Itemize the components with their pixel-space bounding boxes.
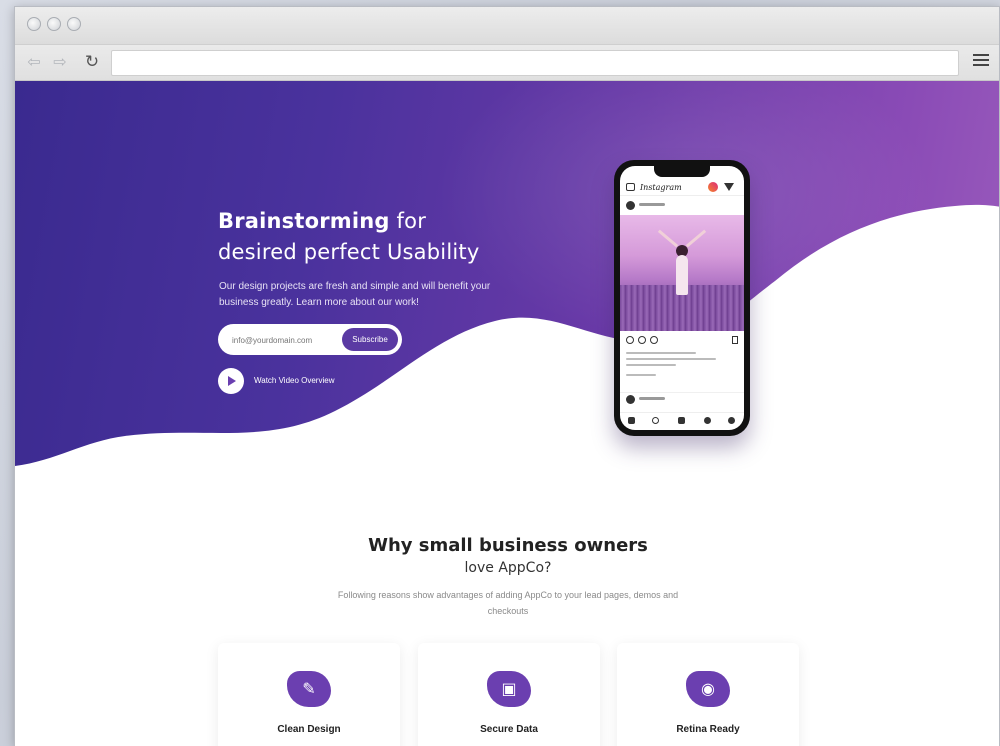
post-image (620, 215, 744, 331)
hero-title-rest: for (389, 209, 427, 233)
subscribe-button[interactable]: Subscribe (342, 328, 398, 351)
pen-tool-icon: ✎ (287, 671, 331, 707)
lock-icon: ▣ (487, 671, 531, 707)
hero-title-bold: Brainstorming (218, 209, 390, 233)
browser-toolbar: ⇦ ⇨ ↻ (15, 45, 999, 81)
back-icon[interactable]: ⇦ (23, 51, 45, 73)
avatar (626, 395, 635, 404)
caption-line (626, 352, 696, 354)
video-label[interactable]: Watch Video Overview (254, 376, 334, 385)
email-input[interactable] (232, 332, 342, 348)
phone-notch (654, 166, 710, 177)
search-icon (652, 417, 659, 424)
send-icon (724, 183, 734, 191)
figure-arm-right (685, 229, 707, 248)
feature-card-retina-ready: ◉ Retina Ready (617, 643, 799, 746)
profile-icon (728, 417, 735, 424)
menu-icon[interactable] (973, 54, 989, 70)
figure-arm-left (657, 229, 679, 248)
app-logo: Instagram (640, 183, 682, 192)
window-minimize-button[interactable] (47, 17, 61, 31)
phone-screen: Instagram (620, 166, 744, 430)
feature-card-secure-data: ▣ Secure Data (418, 643, 600, 746)
subscribe-form: Subscribe (218, 324, 402, 355)
forward-icon[interactable]: ⇨ (49, 51, 71, 73)
figure-body (676, 255, 688, 295)
window-close-button[interactable] (27, 17, 41, 31)
phone-mockup: Instagram (614, 160, 750, 436)
reload-icon[interactable]: ↻ (81, 51, 103, 73)
username-placeholder (639, 397, 665, 400)
features-title: Why small business owners (368, 535, 648, 556)
camera-icon (626, 183, 635, 191)
username-placeholder (639, 203, 665, 206)
feature-card-title: Retina Ready (676, 724, 740, 735)
story-icon (708, 182, 718, 192)
title-bar (15, 7, 999, 45)
feature-card-title: Secure Data (480, 724, 538, 735)
avatar (626, 201, 635, 210)
caption-line (626, 374, 656, 376)
heart-icon (704, 417, 711, 424)
features-description: Following reasons show advantages of add… (337, 590, 679, 616)
feature-card-clean-design: ✎ Clean Design (218, 643, 400, 746)
app-tab-bar (620, 412, 744, 428)
add-icon (678, 417, 685, 424)
address-bar[interactable] (111, 50, 959, 76)
share-icon (650, 336, 658, 344)
hero-description: Our design projects are fresh and simple… (219, 281, 491, 308)
play-icon[interactable] (218, 368, 244, 394)
comment-icon (638, 336, 646, 344)
eye-icon: ◉ (686, 671, 730, 707)
window-maximize-button[interactable] (67, 17, 81, 31)
caption-line (626, 358, 716, 360)
hero-title: Brainstorming for desired perfect Usabil… (218, 206, 479, 268)
browser-window: ⇦ ⇨ ↻ Brainstorming for desired perfect … (14, 6, 1000, 746)
hero-title-line2: desired perfect Usability (218, 240, 480, 264)
post-author-row (620, 199, 744, 213)
post-actions (626, 336, 738, 346)
heart-icon (626, 336, 634, 344)
feature-card-title: Clean Design (277, 724, 341, 735)
features-title-line2: love AppCo? (464, 560, 552, 576)
post-author-row (620, 392, 744, 406)
bookmark-icon (732, 336, 738, 344)
home-icon (628, 417, 635, 424)
hero-section: Brainstorming for desired perfect Usabil… (15, 81, 999, 481)
app-header: Instagram (620, 180, 744, 196)
caption-line (626, 364, 676, 366)
